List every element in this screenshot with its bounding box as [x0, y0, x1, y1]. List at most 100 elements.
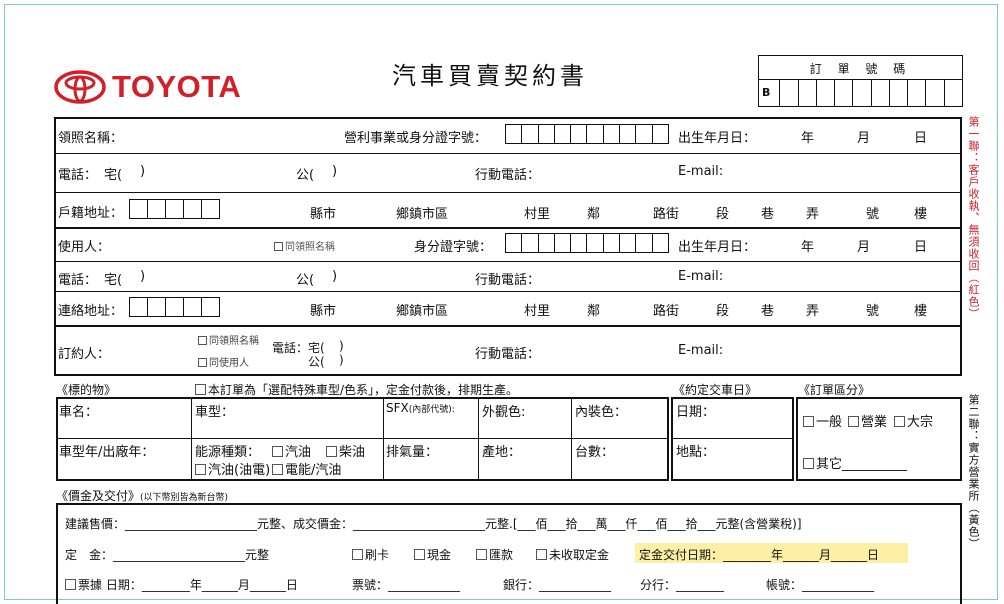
hybrid-check[interactable]: 汽油(油電) [195, 459, 270, 478]
checkbox-icon [414, 549, 425, 560]
category-bulk-check[interactable]: 大宗 [894, 411, 933, 430]
origin-label: 產地： [482, 445, 522, 460]
sfx-label: SFX(內部代號): [386, 401, 455, 416]
sfx-note: (內部代號): [408, 405, 455, 415]
special-order-label: 本訂單為「選配特殊車型/色系」，定金付款後，排期生產。 [208, 383, 519, 397]
owner-office-label: 公( [296, 168, 315, 183]
order-prefix: B [759, 80, 781, 106]
owner-home-close: ) [140, 164, 146, 179]
category-general-check[interactable]: 一般 [803, 411, 842, 430]
checkbox-icon [803, 416, 814, 427]
owner-birth-month: 月 [857, 131, 871, 146]
category-bulk-label: 大宗 [907, 415, 934, 430]
orderer-office-close: ) [339, 353, 344, 367]
car-type-label: 車型： [195, 405, 235, 420]
user-addr-section: 段 [716, 304, 730, 319]
orderer-label: 訂約人： [58, 347, 111, 362]
checkbox-icon [476, 549, 487, 560]
copy1-note: 第一聯：客戶收執、無須收回（紅色） [967, 116, 980, 320]
owner-birth-year: 年 [801, 131, 815, 146]
checkbox-icon [272, 446, 283, 457]
owner-birth-day: 日 [914, 131, 928, 146]
check-date-label: 票據 日期：________年______月______日 [78, 578, 298, 592]
no-deposit-check[interactable]: 未收取定金 [536, 546, 609, 563]
currency-note: (以下幣別皆為新台幣) [140, 493, 229, 503]
payment-heading-text: 《價金及交付》 [56, 489, 141, 503]
user-addr-floor: 樓 [914, 304, 928, 319]
model-year-label: 車型年/出廠年： [59, 445, 155, 460]
owner-addr-lane: 巷 [761, 207, 775, 222]
owner-address-label: 戶籍地址： [58, 206, 124, 221]
gasoline-check[interactable]: 汽油 [272, 441, 311, 460]
orderer-same-user-check[interactable]: 同使用人 [198, 354, 249, 369]
sfx-text: SFX [386, 401, 409, 415]
checkbox-icon [274, 242, 283, 251]
owner-addr-district: 鄉鎮市區 [396, 207, 449, 222]
quantity-label: 台數： [575, 445, 615, 460]
license-name-label: 領照名稱： [58, 131, 124, 146]
order-number-label: 訂 單 號 碼 [809, 62, 912, 76]
bank-line: 銀行：____________ [503, 578, 612, 592]
orderer-office-label: 公( [308, 355, 325, 369]
checkbox-icon [803, 458, 814, 469]
user-home-close: ) [140, 269, 146, 284]
electric-check[interactable]: 電能/汽油 [272, 459, 341, 478]
payment-heading: 《價金及交付》(以下幣別皆為新台幣) [56, 487, 228, 504]
owner-mobile-label: 行動電話： [475, 168, 541, 183]
owner-postcode-cells[interactable] [129, 199, 220, 219]
checkbox-icon [65, 579, 76, 590]
user-same-as-check[interactable]: 同領照名稱 [274, 238, 335, 253]
order-number-cells[interactable]: B [759, 80, 962, 106]
owner-addr-neighbor: 鄰 [587, 207, 601, 222]
deposit-date-line: 定金交付日期：________年______月______日 [639, 548, 880, 562]
pay-card-check[interactable]: 刷卡 [352, 546, 389, 563]
owner-addr-alley: 弄 [806, 207, 820, 222]
owner-addr-number: 號 [866, 207, 880, 222]
pay-cash-check[interactable]: 現金 [414, 546, 451, 563]
category-heading: 《訂單區分》 [798, 383, 871, 397]
checkbox-icon [536, 549, 547, 560]
checkbox-icon [198, 358, 207, 367]
user-addr-district: 鄉鎮市區 [396, 304, 449, 319]
user-addr-village: 村里 [524, 304, 551, 319]
checkbox-icon [198, 336, 207, 345]
user-birth-day: 日 [914, 240, 928, 255]
checkbox-icon [848, 416, 859, 427]
user-addr-lane: 巷 [761, 304, 775, 319]
owner-phone-label: 電話： [58, 168, 98, 183]
user-mobile-label: 行動電話： [475, 273, 541, 288]
category-other-check[interactable]: 其它__________ [803, 453, 907, 472]
pay-transfer-check[interactable]: 匯款 [476, 546, 513, 563]
user-id-cells[interactable] [505, 233, 669, 253]
orderer-same-license-label: 同領照名稱 [209, 336, 259, 347]
check-payment-line[interactable]: 票據 日期：________年______月______日 [65, 576, 298, 593]
user-birth-month: 月 [857, 240, 871, 255]
copy2-note: 第二聯：實方營業所（黃色） [967, 394, 980, 550]
owner-id-cells[interactable] [505, 124, 669, 144]
user-office-close: ) [332, 269, 338, 284]
diesel-check[interactable]: 柴油 [326, 441, 365, 460]
deposit-amount-line: 定 金：______________________元整 [65, 548, 270, 562]
car-name-label: 車名： [59, 405, 99, 420]
checkbox-icon [272, 464, 283, 475]
diesel-label: 柴油 [339, 445, 366, 460]
user-address-label: 連絡地址： [58, 304, 124, 319]
owner-addr-village: 村里 [524, 207, 551, 222]
owner-email-label: E-mail: [678, 164, 724, 179]
interior-color-label: 內裝色： [575, 405, 628, 420]
energy-label: 能源種類： [195, 445, 261, 460]
owner-home-label: 宅( [104, 168, 123, 183]
toyota-emblem-icon [54, 70, 106, 104]
page-title: 汽車買賣契約書 [392, 62, 588, 90]
special-order-check[interactable]: 本訂單為「選配特殊車型/色系」，定金付款後，排期生產。 [195, 381, 518, 398]
orderer-mobile-label: 行動電話： [475, 347, 541, 362]
category-business-label: 營業 [861, 415, 888, 430]
orderer-email-label: E-mail: [678, 343, 724, 358]
category-business-check[interactable]: 營業 [848, 411, 887, 430]
orderer-same-user-label: 同使用人 [209, 358, 249, 369]
exterior-color-label: 外觀色: [482, 405, 526, 420]
orderer-same-license-check[interactable]: 同領照名稱 [198, 332, 259, 347]
user-postcode-cells[interactable] [129, 297, 220, 317]
hybrid-label: 汽油(油電) [208, 463, 271, 478]
brand-name: TOYOTA [112, 69, 242, 104]
